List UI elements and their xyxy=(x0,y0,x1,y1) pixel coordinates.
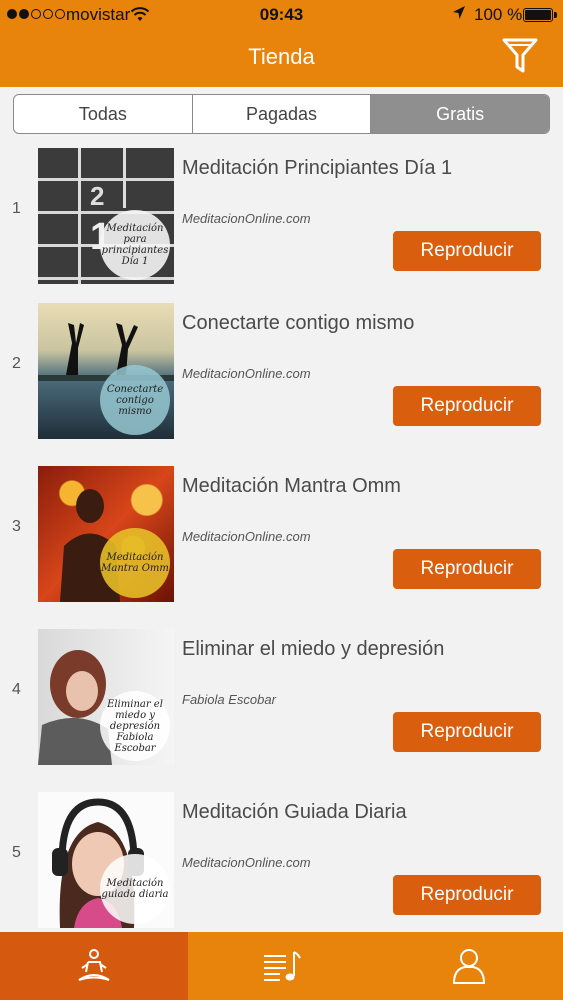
segment-todas[interactable]: Todas xyxy=(14,95,193,133)
page-title: Tienda xyxy=(248,44,315,69)
play-button[interactable]: Reproducir xyxy=(393,712,541,752)
item-thumbnail: Conectarte contigo mismo xyxy=(38,303,174,439)
meditation-icon xyxy=(78,949,110,981)
item-number: 5 xyxy=(12,844,21,861)
app-header: movistar 09:43 100 % Tienda xyxy=(0,0,563,87)
item-title: Eliminar el miedo y depresión xyxy=(182,638,445,660)
item-author: MeditacionOnline.com xyxy=(182,855,311,870)
play-button[interactable]: Reproducir xyxy=(393,875,541,915)
item-author: Fabiola Escobar xyxy=(182,692,276,707)
filter-segmented-control: Todas Pagadas Gratis xyxy=(13,94,550,134)
badge-text: Meditación guiada diaria xyxy=(101,878,169,900)
thumbnail-graphic: 2 xyxy=(90,181,105,211)
playlist-icon xyxy=(263,951,301,981)
segment-gratis[interactable]: Gratis xyxy=(371,95,549,133)
list-item: 4 Eliminar el miedo y depresión Fabiola … xyxy=(0,626,563,789)
battery-icon xyxy=(523,8,557,22)
item-author: MeditacionOnline.com xyxy=(182,211,311,226)
badge-text: Meditación Mantra Omm xyxy=(101,552,169,574)
battery-percentage: 100 % xyxy=(474,5,523,24)
item-author: MeditacionOnline.com xyxy=(182,529,311,544)
play-button[interactable]: Reproducir xyxy=(393,386,541,426)
item-title: Meditación Principiantes Día 1 xyxy=(182,157,453,179)
status-bar: movistar 09:43 100 % xyxy=(0,0,563,30)
tab-bar xyxy=(0,932,563,1000)
thumbnail-badge: Conectarte contigo mismo xyxy=(100,365,170,435)
list-item: 3 Meditación Mantra Omm Meditación Mantr… xyxy=(0,463,563,626)
profile-icon xyxy=(453,949,486,984)
location-arrow-icon xyxy=(453,6,465,19)
item-author: MeditacionOnline.com xyxy=(182,366,311,381)
item-number: 4 xyxy=(12,681,21,698)
badge-text: Conectarte contigo mismo xyxy=(106,383,164,417)
tab-profile[interactable] xyxy=(375,932,563,1000)
thumbnail-badge: Meditación guiada diaria xyxy=(100,854,170,924)
play-button[interactable]: Reproducir xyxy=(393,231,541,271)
thumbnail-badge: Meditación para principiantes Día 1 xyxy=(100,210,170,280)
list-item: 1 2 1 Meditación para principiantes Día … xyxy=(0,145,563,308)
item-number: 1 xyxy=(12,200,21,217)
item-thumbnail: Meditación guiada diaria xyxy=(38,792,174,928)
badge-text: Meditación para principiantes Día 1 xyxy=(101,223,169,267)
filter-icon[interactable] xyxy=(500,37,540,75)
badge-text: Eliminar el miedo y depresión Fabiola Es… xyxy=(107,698,163,754)
item-title: Meditación Guiada Diaria xyxy=(182,801,407,823)
thumbnail-badge: Eliminar el miedo y depresión Fabiola Es… xyxy=(100,691,170,761)
tab-meditation[interactable] xyxy=(0,932,188,1000)
item-thumbnail: Eliminar el miedo y depresión Fabiola Es… xyxy=(38,629,174,765)
item-title: Conectarte contigo mismo xyxy=(182,312,415,334)
list-item: 5 Meditación guiada diaria Meditación Gu… xyxy=(0,789,563,952)
tab-playlist[interactable] xyxy=(188,932,376,1000)
thumbnail-badge: Meditación Mantra Omm xyxy=(100,528,170,598)
list-item: 2 Conectarte contigo mismo Conectarte co… xyxy=(0,300,563,463)
item-title: Meditación Mantra Omm xyxy=(182,475,401,497)
item-number: 2 xyxy=(12,355,21,372)
play-button[interactable]: Reproducir xyxy=(393,549,541,589)
item-thumbnail: 2 1 Meditación para principiantes Día 1 xyxy=(38,148,174,284)
item-thumbnail: Meditación Mantra Omm xyxy=(38,466,174,602)
segment-pagadas[interactable]: Pagadas xyxy=(193,95,372,133)
item-number: 3 xyxy=(12,518,21,535)
